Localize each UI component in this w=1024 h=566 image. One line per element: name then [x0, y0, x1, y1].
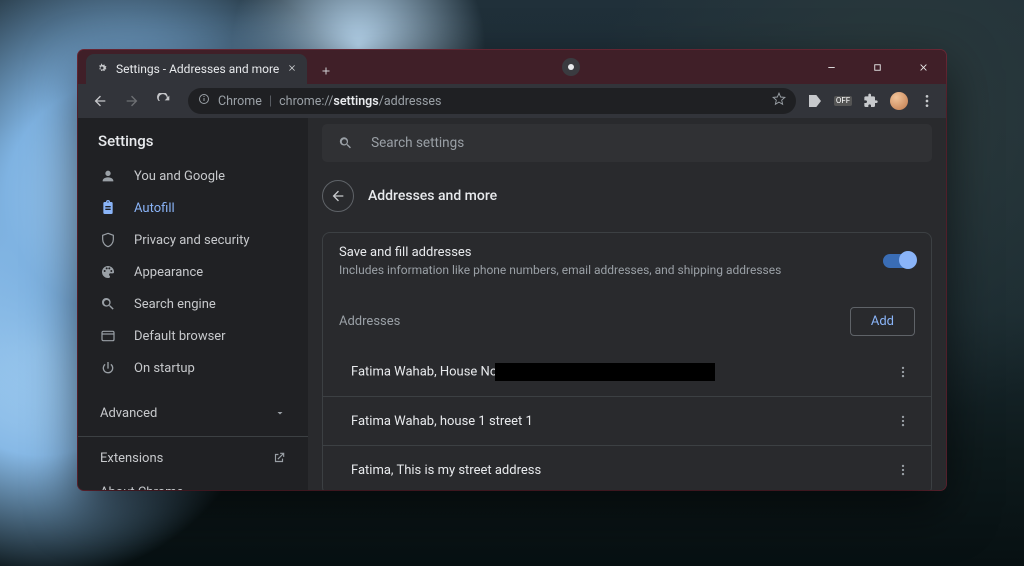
reload-button[interactable] [150, 87, 178, 115]
url-text: Chrome | chrome://settings/addresses [218, 94, 442, 109]
close-tab-icon[interactable] [287, 62, 297, 76]
back-button[interactable] [86, 87, 114, 115]
addresses-card: Save and fill addresses Includes informa… [322, 232, 932, 490]
sidebar-advanced[interactable]: Advanced [78, 394, 308, 432]
shield-icon [100, 232, 116, 248]
divider [78, 436, 308, 437]
sidebar-item-search-engine[interactable]: Search engine [78, 288, 308, 320]
search-icon [100, 296, 116, 312]
forward-button[interactable] [118, 87, 146, 115]
extensions-puzzle-icon[interactable] [862, 92, 880, 110]
clipboard-icon [100, 200, 116, 216]
arrow-left-icon [330, 188, 346, 204]
sidebar-item-label: Default browser [134, 329, 226, 344]
search-icon [338, 135, 353, 151]
profile-avatar[interactable] [890, 92, 908, 110]
panel-header: Addresses and more [322, 180, 932, 212]
save-fill-row: Save and fill addresses Includes informa… [323, 233, 931, 289]
save-fill-subtitle: Includes information like phone numbers,… [339, 263, 871, 277]
address-row[interactable]: Fatima Wahab, house 1 street 1 [323, 396, 931, 445]
sidebar-item-label: Privacy and security [134, 233, 250, 248]
addresses-header-row: Addresses Add [323, 289, 931, 348]
browser-tab[interactable]: Settings - Addresses and more [86, 54, 307, 84]
browser-toolbar: Chrome | chrome://settings/addresses OFF [78, 84, 946, 118]
close-window-button[interactable] [900, 50, 946, 84]
extension-tag-icon[interactable] [806, 92, 824, 110]
new-tab-button[interactable] [313, 58, 339, 84]
window-controls [808, 50, 946, 84]
address-menu-button[interactable] [891, 360, 915, 384]
sidebar-item-on-startup[interactable]: On startup [78, 352, 308, 384]
sidebar-item-label: On startup [134, 361, 195, 376]
sidebar-item-autofill[interactable]: Autofill [78, 192, 308, 224]
sidebar-item-you-and-google[interactable]: You and Google [78, 160, 308, 192]
sidebar-item-label: Search engine [134, 297, 216, 312]
redacted-block [495, 363, 715, 381]
sidebar-item-label: Autofill [134, 201, 175, 216]
gear-icon [96, 62, 108, 77]
sidebar-item-appearance[interactable]: Appearance [78, 256, 308, 288]
sidebar-item-default-browser[interactable]: Default browser [78, 320, 308, 352]
address-menu-button[interactable] [891, 409, 915, 433]
save-fill-title: Save and fill addresses [339, 245, 871, 260]
minimize-button[interactable] [808, 50, 854, 84]
extension-off-icon[interactable]: OFF [834, 92, 852, 110]
address-menu-button[interactable] [891, 458, 915, 482]
palette-icon [100, 264, 116, 280]
person-icon [100, 168, 116, 184]
address-bar[interactable]: Chrome | chrome://settings/addresses [188, 88, 796, 114]
add-address-button[interactable]: Add [850, 307, 915, 336]
sidebar-item-label: Appearance [134, 265, 203, 280]
address-text: Fatima, This is my street address [351, 463, 891, 478]
sidebar-item-label: You and Google [134, 169, 225, 184]
chrome-menu-icon[interactable] [918, 92, 936, 110]
chevron-down-icon [274, 407, 286, 419]
open-external-icon [272, 451, 286, 465]
settings-main: Addresses and more Save and fill address… [308, 118, 946, 490]
address-row[interactable]: Fatima Wahab, House No [323, 348, 931, 396]
settings-heading: Settings [98, 132, 308, 150]
settings-sidebar: Settings You and Google Autofill Privacy… [78, 118, 308, 490]
address-text: Fatima Wahab, house 1 street 1 [351, 414, 891, 429]
tab-title: Settings - Addresses and more [116, 62, 279, 76]
panel-back-button[interactable] [322, 180, 354, 212]
maximize-button[interactable] [854, 50, 900, 84]
search-input[interactable] [369, 134, 916, 152]
address-text: Fatima Wahab, House No [351, 363, 891, 381]
bookmark-star-icon[interactable] [772, 92, 786, 110]
title-bar: Settings - Addresses and more [78, 50, 946, 84]
address-list: Fatima Wahab, House No Fatima Wahab, hous… [323, 348, 931, 490]
address-row[interactable]: Fatima, This is my street address [323, 445, 931, 490]
search-settings[interactable] [322, 124, 932, 162]
extension-icons: OFF [806, 92, 938, 110]
save-fill-toggle[interactable] [883, 254, 915, 268]
power-icon [100, 360, 116, 376]
site-info-icon[interactable] [198, 93, 210, 109]
addresses-label: Addresses [339, 314, 838, 329]
sidebar-item-privacy[interactable]: Privacy and security [78, 224, 308, 256]
panel-title: Addresses and more [368, 188, 497, 204]
sidebar-about-chrome[interactable]: About Chrome [78, 475, 308, 490]
browser-window: Settings - Addresses and more Chrome | c… [78, 50, 946, 490]
browser-icon [100, 328, 116, 344]
update-indicator-icon[interactable] [562, 58, 580, 76]
sidebar-extensions[interactable]: Extensions [78, 441, 308, 475]
settings-content: Settings You and Google Autofill Privacy… [78, 118, 946, 490]
